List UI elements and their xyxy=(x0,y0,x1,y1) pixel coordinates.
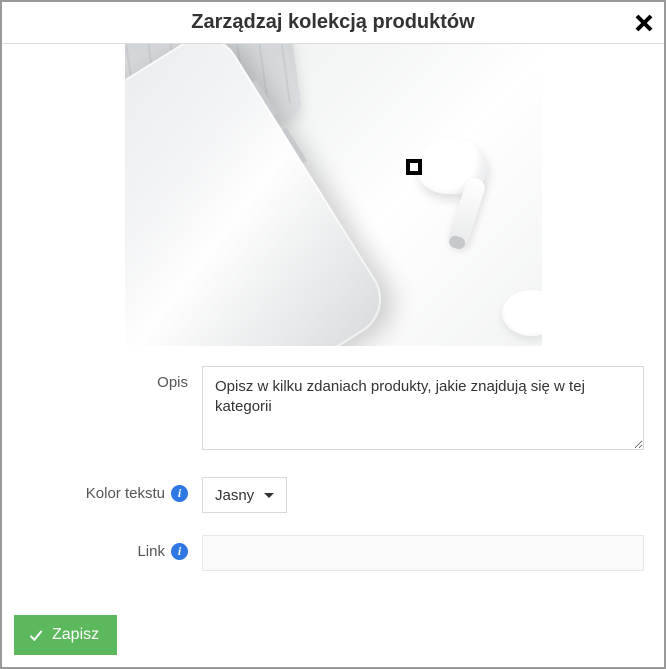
check-icon xyxy=(28,627,44,643)
label-description: Opis xyxy=(157,374,188,391)
form: Opis Kolor tekstu i Jasny Link i xyxy=(2,346,664,603)
modal-footer: Zapisz xyxy=(2,603,664,667)
phone-graphic xyxy=(125,44,395,346)
earbud-graphic-2 xyxy=(502,290,542,336)
earbud-graphic xyxy=(417,139,487,194)
description-textarea[interactable] xyxy=(202,366,644,450)
link-input[interactable] xyxy=(202,535,644,571)
close-icon xyxy=(634,13,654,33)
focal-point-handle[interactable] xyxy=(406,159,422,175)
text-color-select[interactable]: Jasny xyxy=(202,477,287,513)
save-button-label: Zapisz xyxy=(52,626,99,644)
close-button[interactable] xyxy=(634,13,654,33)
modal-title: Zarządzaj kolekcją produktów xyxy=(191,11,474,34)
text-color-selected-value: Jasny xyxy=(215,487,254,504)
modal-header: Zarządzaj kolekcją produktów xyxy=(2,2,664,44)
row-link: Link i xyxy=(22,535,644,571)
info-icon[interactable]: i xyxy=(171,543,188,560)
row-description: Opis xyxy=(22,366,644,455)
save-button[interactable]: Zapisz xyxy=(14,615,117,655)
modal-manage-product-collection: Zarządzaj kolekcją produktów Opis xyxy=(0,0,666,669)
label-text-color: Kolor tekstu xyxy=(86,485,165,502)
info-icon[interactable]: i xyxy=(171,485,188,502)
row-text-color: Kolor tekstu i Jasny xyxy=(22,477,644,513)
label-link: Link xyxy=(137,543,165,560)
chevron-down-icon xyxy=(264,493,274,498)
product-image-preview[interactable] xyxy=(125,44,542,346)
